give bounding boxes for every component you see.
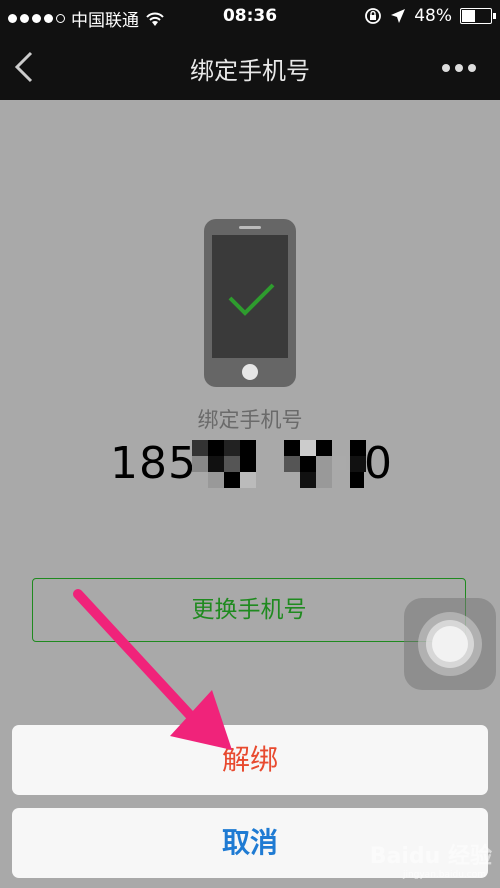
screen: 中国联通 08:36 48% 绑定手机号 绑定手机号 185 0 更换手机号 解… bbox=[0, 0, 500, 888]
phone-number-prefix: 185 bbox=[110, 438, 197, 489]
more-dots-icon[interactable] bbox=[442, 64, 476, 72]
status-bar: 中国联通 08:36 48% bbox=[0, 0, 500, 34]
bound-phone-label: 绑定手机号 bbox=[197, 408, 303, 432]
location-arrow-icon bbox=[391, 9, 406, 23]
phone-number-mosaic bbox=[192, 440, 392, 490]
phone-number-tail: 0 bbox=[364, 438, 393, 489]
battery-icon bbox=[460, 8, 496, 24]
baidu-watermark: Baidu 经验 bbox=[369, 844, 492, 869]
page-title: 绑定手机号 bbox=[190, 57, 310, 85]
baidu-watermark-url: jingyan.baidu.com bbox=[402, 870, 486, 880]
phone-number: 185 bbox=[110, 438, 197, 489]
annotation-arrow-icon bbox=[73, 589, 232, 750]
status-bar-right: 48% bbox=[364, 6, 496, 26]
navigation-bar: 绑定手机号 bbox=[0, 34, 500, 100]
assistive-touch-icon[interactable] bbox=[404, 598, 496, 690]
battery-percent: 48% bbox=[414, 6, 452, 26]
rotation-lock-icon bbox=[365, 8, 382, 24]
phone-checkmark-icon bbox=[204, 219, 296, 387]
